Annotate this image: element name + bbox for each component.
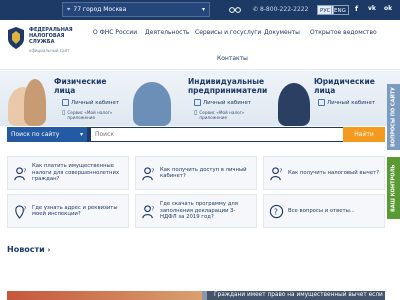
nav-item-services[interactable]: Сервисы и госуслуги xyxy=(195,29,261,36)
woman-photo xyxy=(24,79,46,126)
news-caption: Граждани имеет право на имущественный вы… xyxy=(214,292,385,298)
legal-cabinet-label: Личный кабинет xyxy=(327,99,376,106)
entrepreneurs-cabinet-label: Личный кабинет xyxy=(203,99,252,106)
individuals-app-label: Сервис «Мой налог» приложение xyxy=(67,110,113,120)
accessibility-glasses-icon[interactable] xyxy=(229,4,241,14)
entrepreneur-photo xyxy=(133,82,171,126)
logo-title[interactable]: ФЕДЕРАЛЬНАЯ НАЛОГОВАЯ СЛУЖБА xyxy=(29,27,73,45)
facebook-icon[interactable]: f xyxy=(355,5,358,13)
your-control-tab[interactable]: ВАШ КОНТРОЛЬ xyxy=(387,157,400,219)
faq-card-text: Как получить доступ в личный кабинет? xyxy=(160,166,247,180)
person-question-icon: ? xyxy=(142,204,154,218)
news-title: Новости xyxy=(7,245,45,254)
search-submit-button[interactable]: Найти xyxy=(343,127,385,142)
individuals-cabinet-link[interactable]: Личный кабинет xyxy=(62,99,119,106)
phone-number[interactable]: ✆ 8-800-222-2222 xyxy=(253,6,308,13)
category-legal-entities[interactable]: Юридические лица xyxy=(314,77,375,95)
faq-card[interactable]: ? Где скачать программу для заполнения д… xyxy=(135,194,257,228)
question-icon: ? xyxy=(269,204,284,218)
news-banner[interactable]: Граждани имеет право на имущественный вы… xyxy=(7,291,385,300)
lock-icon xyxy=(194,99,201,106)
search-scope-label: Поиск по сайту xyxy=(11,131,60,138)
faq-card-text: Все вопросы и ответы... xyxy=(288,207,355,214)
category-entrepreneurs[interactable]: Индивидуальные предприниматели xyxy=(188,77,273,95)
top-bar: ⌖ 77 город Москва ▾ ✆ 8-800-222-2222 РУС… xyxy=(0,0,400,20)
svg-text:?: ? xyxy=(151,168,154,174)
phone-icon: ✆ xyxy=(253,6,259,13)
header: ФЕДЕРАЛЬНАЯ НАЛОГОВАЯ СЛУЖБА официальный… xyxy=(0,20,400,70)
faq-card-text: Как получить налоговый вычет? xyxy=(288,169,379,176)
entrepreneurs-app-note[interactable]: ▯ Сервис «Мой налог» приложение xyxy=(194,109,254,121)
news-heading[interactable]: Новости › xyxy=(7,245,50,254)
logo-subtitle: официальный сайт xyxy=(29,48,70,53)
individuals-cabinet-label: Личный кабинет xyxy=(71,99,120,106)
nav-item-contacts[interactable]: Контакты xyxy=(217,55,248,62)
phone-number-text: 8-800-222-2222 xyxy=(259,6,309,13)
region-label: 77 город Москва xyxy=(73,6,127,13)
nav-item-documents[interactable]: Документы xyxy=(264,29,300,36)
location-question-icon: ? xyxy=(15,204,26,219)
category-individuals[interactable]: Физические лица xyxy=(54,77,114,95)
nav-item-activity[interactable]: Деятельность xyxy=(145,29,189,36)
nav-item-open-agency[interactable]: Открытое ведомство xyxy=(310,29,377,36)
svg-text:?: ? xyxy=(274,207,278,216)
faq-card[interactable]: ? Как платить имущественные налоги для с… xyxy=(7,156,129,190)
ok-icon[interactable]: ok xyxy=(384,5,392,12)
location-pin-icon: ⌖ xyxy=(67,5,71,13)
vk-icon[interactable]: vk xyxy=(368,5,376,12)
region-select[interactable]: ⌖ 77 город Москва ▾ xyxy=(62,2,210,17)
person-question-icon: ? xyxy=(270,166,282,180)
svg-text:?: ? xyxy=(151,206,154,212)
person-question-icon: ? xyxy=(142,166,154,180)
search-scope-select[interactable]: Поиск по сайту ▾ xyxy=(7,127,87,142)
lock-icon xyxy=(62,99,69,106)
news-image xyxy=(7,291,202,300)
faq-card-text: Где скачать программу для заполнения дек… xyxy=(160,201,238,221)
faq-card[interactable]: ? Как получить доступ в личный кабинет? xyxy=(135,156,257,190)
hero-banner: Физические лица Личный кабинет ▯ Сервис … xyxy=(0,71,400,126)
chevron-down-icon: ▾ xyxy=(201,6,205,13)
lock-icon xyxy=(318,99,325,106)
phone-app-icon: ▯ xyxy=(62,109,66,116)
site-questions-tab[interactable]: ВОПРОСЫ ПО САЙТУ xyxy=(387,84,400,150)
faq-card[interactable]: ? Где узнать адрес и реквизиты моей инсп… xyxy=(7,194,129,228)
phone-app-icon: ▯ xyxy=(194,109,198,116)
individuals-app-note[interactable]: ▯ Сервис «Мой налог» приложение xyxy=(62,109,122,121)
legal-cabinet-link[interactable]: Личный кабинет xyxy=(318,99,375,106)
faq-card-all[interactable]: ? Все вопросы и ответы... xyxy=(263,194,385,228)
lang-eng-button[interactable]: ENG xyxy=(331,5,349,15)
person-question-icon: ? xyxy=(14,166,26,180)
chevron-down-icon: ▾ xyxy=(79,131,83,138)
businessman-photo xyxy=(278,83,310,126)
svg-text:?: ? xyxy=(279,168,282,174)
faq-card[interactable]: ? Как получить налоговый вычет? xyxy=(263,156,385,190)
svg-text:?: ? xyxy=(23,168,26,174)
chevron-right-icon: › xyxy=(47,246,51,254)
entrepreneurs-app-label: Сервис «Мой налог» приложение xyxy=(199,110,245,120)
search-input[interactable] xyxy=(91,128,348,141)
nav-item-about[interactable]: О ФНС России xyxy=(93,29,137,36)
search-bar: Поиск по сайту ▾ Найти xyxy=(7,127,385,142)
faq-card-text: Где узнать адрес и реквизиты моей инспек… xyxy=(32,204,118,218)
fns-emblem-icon[interactable] xyxy=(6,26,26,50)
faq-card-text: Как платить имущественные налоги для сов… xyxy=(32,163,120,183)
svg-text:?: ? xyxy=(23,206,26,212)
entrepreneurs-cabinet-link[interactable]: Личный кабинет xyxy=(194,99,251,106)
